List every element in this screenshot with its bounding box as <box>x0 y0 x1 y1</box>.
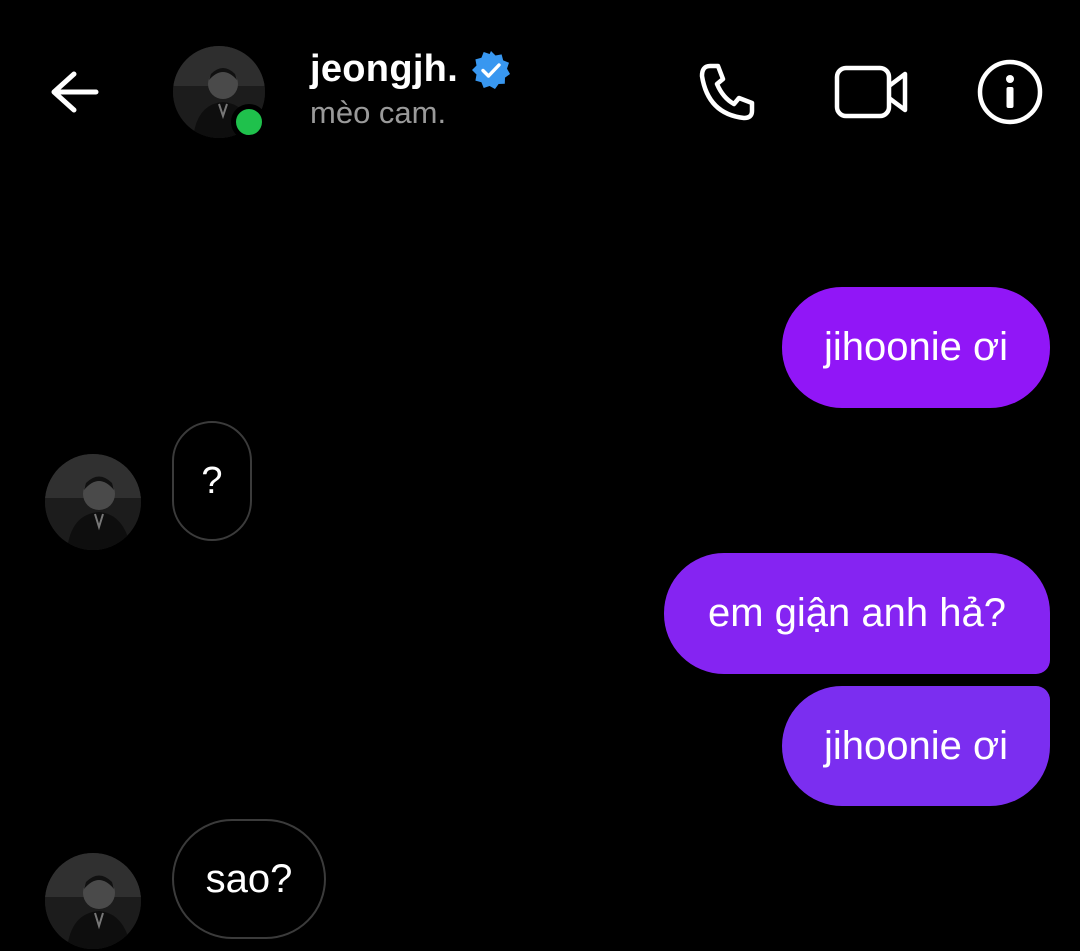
username: jeongjh. <box>310 48 459 90</box>
title-block[interactable]: jeongjh. mèo cam. <box>310 48 512 131</box>
back-button[interactable] <box>44 62 104 122</box>
chat-header: jeongjh. mèo cam. <box>0 0 1080 185</box>
received-message-bubble[interactable]: sao? <box>172 819 326 939</box>
sender-avatar[interactable] <box>45 454 141 550</box>
video-camera-icon <box>834 65 908 119</box>
received-message-bubble[interactable]: ? <box>172 421 252 541</box>
video-call-button[interactable] <box>832 58 912 126</box>
info-icon <box>977 59 1043 125</box>
sender-avatar[interactable] <box>45 853 141 949</box>
sent-message-bubble[interactable]: em giận anh hả? <box>664 553 1050 674</box>
verified-badge-icon <box>472 50 511 89</box>
online-status-dot <box>231 104 267 140</box>
sent-message-bubble[interactable]: jihoonie ơi <box>782 686 1050 806</box>
voice-call-button[interactable] <box>692 58 760 126</box>
profile-avatar-button[interactable] <box>173 46 267 140</box>
phone-icon <box>699 63 755 121</box>
status-subtitle: mèo cam. <box>310 95 447 130</box>
sent-message-bubble[interactable]: jihoonie ơi <box>782 287 1050 408</box>
arrow-left-icon <box>51 71 99 113</box>
conversation-info-button[interactable] <box>976 58 1044 126</box>
